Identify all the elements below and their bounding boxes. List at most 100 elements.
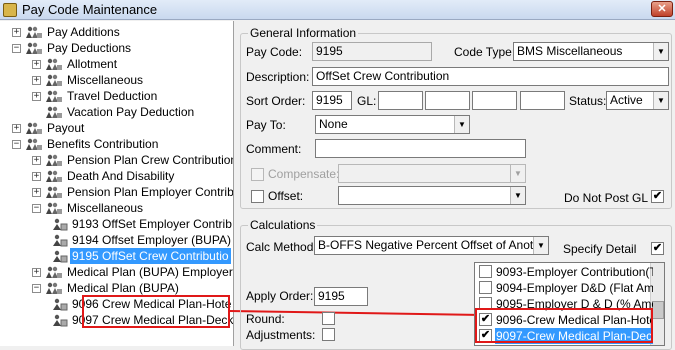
expand-icon[interactable]: + [32, 60, 41, 69]
chevron-down-icon[interactable]: ▼ [510, 187, 525, 204]
tree-node-label: Medical Plan (BUPA) Employer Cor [67, 265, 233, 279]
calc-method-label: Calc Method: [246, 240, 317, 254]
collapse-icon[interactable]: − [32, 204, 41, 213]
tree-node-label: Pay Additions [47, 25, 120, 39]
detail-item-label: 9094-Employer D&D (Flat Amour [496, 281, 653, 295]
tree-node-label: 9194 Offset Employer (BUPA) [72, 233, 231, 247]
people-folder-icon [26, 137, 42, 151]
specify-detail-checkbox[interactable]: ✔ [651, 242, 664, 255]
people-folder-icon [26, 121, 42, 135]
status-select[interactable]: Active ▼ [606, 91, 669, 110]
code-type-select[interactable]: BMS Miscellaneous ▼ [513, 42, 669, 61]
apply-order-label: Apply Order: [246, 289, 314, 303]
sort-order-label: Sort Order: [246, 94, 306, 108]
highlight-box-list [475, 308, 653, 343]
people-folder-icon [46, 57, 62, 71]
expand-icon[interactable]: + [32, 76, 41, 85]
expand-icon[interactable]: + [32, 268, 41, 277]
paycode-item-icon [52, 297, 68, 311]
chevron-down-icon[interactable]: ▼ [653, 43, 668, 60]
gl-field-2[interactable] [425, 91, 470, 110]
gl-field-3[interactable] [472, 91, 517, 110]
gl-field-1[interactable] [378, 91, 423, 110]
description-label: Description: [246, 70, 310, 84]
people-folder-icon [46, 105, 62, 119]
offset-checkbox[interactable] [251, 190, 264, 203]
calculations-title: Calculations [248, 218, 318, 232]
tree-node-label: Pension Plan Crew Contribution [67, 153, 234, 167]
collapse-icon[interactable]: − [12, 44, 21, 53]
paycode-item-icon [52, 249, 68, 263]
gl-label: GL: [357, 94, 377, 108]
compensate-select[interactable]: ▼ [338, 164, 526, 183]
do-not-post-checkbox[interactable]: ✔ [651, 190, 664, 203]
expand-icon[interactable]: + [32, 188, 41, 197]
description-field[interactable]: OffSet Crew Contribution [312, 67, 669, 86]
status-label: Status: [569, 94, 607, 108]
people-folder-icon [26, 25, 42, 39]
tree-node-label: Vacation Pay Deduction [67, 105, 195, 119]
calc-method-value: B-OFFS Negative Percent Offset of Anothe… [318, 238, 549, 252]
chevron-down-icon[interactable]: ▼ [533, 237, 548, 254]
collapse-icon[interactable]: − [12, 140, 21, 149]
pay-code-field: 9195 [312, 42, 432, 61]
tree-node-label: 9195 OffSet Crew Contributio [70, 248, 231, 264]
adjustments-checkbox[interactable] [322, 328, 335, 341]
expand-icon[interactable]: + [32, 92, 41, 101]
pay-to-label: Pay To: [246, 118, 286, 132]
code-type-value: BMS Miscellaneous [517, 44, 623, 58]
status-value: Active [610, 93, 643, 107]
do-not-post-label: Do Not Post GL [564, 191, 649, 205]
tree-node-label: Payout [47, 121, 85, 135]
chevron-down-icon[interactable]: ▼ [653, 92, 668, 109]
paycode-item-icon [52, 233, 68, 247]
round-label: Round: [246, 312, 285, 326]
pay-code-label: Pay Code: [246, 45, 303, 59]
expand-icon[interactable]: + [32, 156, 41, 165]
sort-order-field[interactable]: 9195 [312, 91, 352, 110]
tree-node-label: Benefits Contribution [47, 137, 159, 151]
scrollbar-thumb[interactable] [652, 301, 664, 319]
calc-method-select[interactable]: B-OFFS Negative Percent Offset of Anothe… [314, 236, 549, 255]
round-checkbox[interactable] [322, 312, 335, 325]
people-folder-icon [46, 265, 62, 279]
offset-label: Offset: [268, 189, 304, 203]
comment-field[interactable] [315, 139, 526, 158]
detail-list-item[interactable]: 9093-Employer Contribution(Tier [477, 264, 653, 280]
tree-node-label: Allotment [67, 57, 118, 71]
people-folder-icon [46, 281, 62, 295]
tree-node-label: Pay Deductions [47, 41, 132, 55]
detail-list-item[interactable]: 9094-Employer D&D (Flat Amour [477, 280, 653, 296]
expand-icon[interactable]: + [12, 124, 21, 133]
people-folder-icon [46, 73, 62, 87]
general-info-title: General Information [248, 26, 359, 40]
expand-icon[interactable]: + [32, 172, 41, 181]
collapse-icon[interactable]: − [32, 284, 41, 293]
detail-item-checkbox[interactable] [479, 281, 492, 294]
gl-field-4[interactable] [520, 91, 565, 110]
detail-item-checkbox[interactable] [479, 265, 492, 278]
paycode-item-icon [52, 313, 68, 327]
chevron-down-icon[interactable]: ▼ [454, 116, 469, 133]
app-icon [3, 3, 17, 17]
adjustments-label: Adjustments: [246, 328, 316, 342]
window-title: Pay Code Maintenance [22, 2, 158, 17]
specify-detail-label: Specify Detail [563, 242, 637, 256]
close-button[interactable]: ✕ [651, 1, 673, 17]
code-type-label: Code Type: [454, 45, 516, 59]
compensate-label: Compensate: [268, 167, 340, 181]
detail-item-label: 9093-Employer Contribution(Tier [496, 265, 653, 279]
offset-select[interactable]: ▼ [338, 186, 526, 205]
expand-icon[interactable]: + [12, 28, 21, 37]
tree-node-label: Death And Disability [67, 169, 175, 183]
apply-order-field[interactable]: 9195 [314, 287, 368, 306]
pay-to-select[interactable]: None ▼ [315, 115, 470, 134]
title-bar: Pay Code Maintenance ✕ [0, 0, 675, 20]
people-folder-icon [46, 185, 62, 199]
people-folder-icon [46, 169, 62, 183]
compensate-checkbox[interactable] [251, 168, 264, 181]
comment-label: Comment: [246, 142, 302, 156]
chevron-down-icon[interactable]: ▼ [510, 165, 525, 182]
people-folder-icon [46, 89, 62, 103]
tree-node-label: Miscellaneous [67, 201, 144, 215]
